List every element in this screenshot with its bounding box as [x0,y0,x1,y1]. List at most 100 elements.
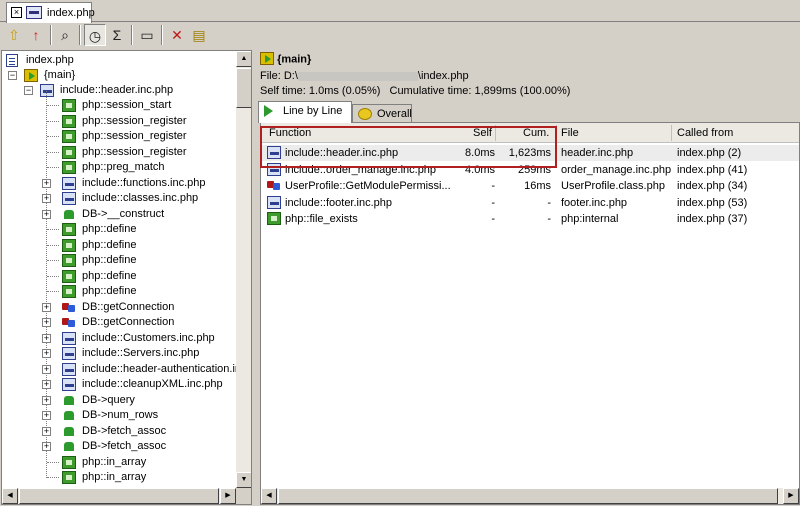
inc-function-icon [62,192,76,205]
expand-icon[interactable]: + [42,210,51,219]
call-tree-panel[interactable]: index.php − {main} − include::header.inc… [1,50,252,505]
tree-item[interactable]: php::define [42,238,237,253]
expand-icon[interactable]: + [42,365,51,374]
tree-item[interactable]: php::in_array [42,470,237,485]
collapse-icon[interactable]: − [24,86,33,95]
expand-icon[interactable]: + [42,411,51,420]
php-function-icon [62,130,76,143]
tree-item[interactable]: + DB->__construct [42,207,237,222]
film-icon[interactable]: ▭ [136,24,158,46]
expand-icon[interactable]: + [42,396,51,405]
expand-icon[interactable]: + [42,194,51,203]
cell-self: - [491,213,495,225]
expand-icon[interactable]: + [42,318,51,327]
php-function-icon [62,270,76,283]
toolbar: ⇧ ↑ ⌕ ◷ Σ ▭ ✕ ▤ [0,22,800,48]
inc-function-icon [62,378,76,391]
expand-icon[interactable]: + [42,427,51,436]
tree-item[interactable]: php::define [42,222,237,237]
tree-item-header-inc[interactable]: − include::header.inc.php [24,83,244,98]
play-icon [264,105,273,117]
tree-item[interactable]: + DB::getConnection [42,315,237,330]
tree-item[interactable]: php::define [42,269,237,284]
expand-icon[interactable]: + [42,349,51,358]
tree-item[interactable]: + DB::getConnection [42,300,237,315]
php-function-icon [62,254,76,267]
tree-item-label: php::preg_match [82,161,165,173]
scroll-thumb[interactable] [278,488,778,504]
scroll-thumb[interactable] [19,488,219,504]
tree-item[interactable]: + include::classes.inc.php [42,191,237,206]
scroll-right-icon[interactable]: ▶ [783,488,799,504]
table-row[interactable]: php::file_exists - - php:internal index.php … [261,211,799,227]
tree-item[interactable]: + include::Customers.inc.php [42,331,237,346]
tree-item[interactable]: php::session_register [42,145,237,160]
tree-item-main[interactable]: − {main} [8,68,208,83]
scroll-thumb[interactable] [236,68,251,108]
tree-item[interactable]: php::session_register [42,129,237,144]
cell-file: order_manage.inc.php [561,163,671,176]
php-function-icon [62,146,76,159]
detail-title: {main} [260,52,311,66]
scroll-right-icon[interactable]: ▶ [220,488,236,504]
tree-item[interactable]: php::in_array [42,455,237,470]
tree-item[interactable]: php::session_start [42,98,237,113]
scroll-left-icon[interactable]: ◀ [2,488,18,504]
tree-item[interactable]: + DB->fetch_assoc [42,439,237,454]
tree-guide-line [47,229,59,230]
scroll-down-icon[interactable]: ▼ [236,472,251,488]
go-up-icon[interactable]: ⇧ [3,24,25,46]
main-icon [24,69,38,82]
expand-icon[interactable]: + [42,303,51,312]
function-table[interactable]: Function Self Cum. File Called from incl… [260,122,800,505]
cls-function-icon [267,179,281,192]
tree-item-label: include::cleanupXML.inc.php [82,378,223,390]
tree-item[interactable]: + include::cleanupXML.inc.php [42,377,237,392]
cell-file: footer.inc.php [561,196,628,209]
expand-icon[interactable]: + [42,334,51,343]
tree-item[interactable]: + DB->query [42,393,237,408]
tree-item[interactable]: php::define [42,253,237,268]
tree-guide-line [47,121,59,122]
tab-overall[interactable]: Overall [352,104,412,124]
table-row[interactable]: UserProfile::GetModulePermissi... - 16ms Us… [261,178,799,194]
red-arrow-up-icon[interactable]: ↑ [25,24,47,46]
tree-item-label: php::define [82,254,137,266]
scroll-left-icon[interactable]: ◀ [261,488,277,504]
close-red-x-icon[interactable]: ✕ [166,24,188,46]
tab-line-by-line[interactable]: Line by Line [258,101,352,123]
document-tab-index[interactable]: × index.php [6,2,95,23]
tree-item[interactable]: + DB->num_rows [42,408,237,423]
table-row[interactable]: include::footer.inc.php - - footer.inc.php i… [261,195,799,211]
tree-guide-line [47,462,59,463]
stopwatch-icon[interactable]: ◷ [84,24,106,46]
tree-item[interactable]: php::session_register [42,114,237,129]
close-tab-icon[interactable]: × [11,7,22,18]
inc-function-icon [62,363,76,376]
expand-icon[interactable]: + [42,380,51,389]
document-tab-strip: × index.php [0,0,800,23]
tree-item-label: php::in_array [82,456,147,468]
scroll-up-icon[interactable]: ▲ [236,51,251,67]
tree-item-label: DB::getConnection [82,301,175,313]
tree-item[interactable]: + include::Servers.inc.php [42,346,237,361]
tree-item[interactable]: + include::header-authentication.inc [42,362,247,377]
db-function-icon [62,425,76,438]
expand-icon[interactable]: + [42,179,51,188]
tree-item-label: DB->query [82,394,135,406]
expand-icon[interactable]: + [42,442,51,451]
table-horizontal-scrollbar[interactable]: ◀ ▶ [261,488,799,504]
binoculars-icon[interactable]: ⌕ [54,24,76,46]
tree-item[interactable]: + DB->fetch_assoc [42,424,237,439]
file-path: File: D:\ \index.php [260,70,469,82]
tree-vertical-scrollbar[interactable]: ▲ ▼ [236,51,251,488]
sigma-icon[interactable]: Σ [106,24,128,46]
notes-icon[interactable]: ▤ [188,24,210,46]
collapse-icon[interactable]: − [8,71,17,80]
tree-guide-line [47,105,59,106]
tree-item[interactable]: + include::functions.inc.php [42,176,237,191]
tree-item[interactable]: php::preg_match [42,160,237,175]
tree-horizontal-scrollbar[interactable]: ◀ ▶ [2,488,236,504]
tree-item[interactable]: php::define [42,284,237,299]
document-tab-label: index.php [47,7,95,19]
